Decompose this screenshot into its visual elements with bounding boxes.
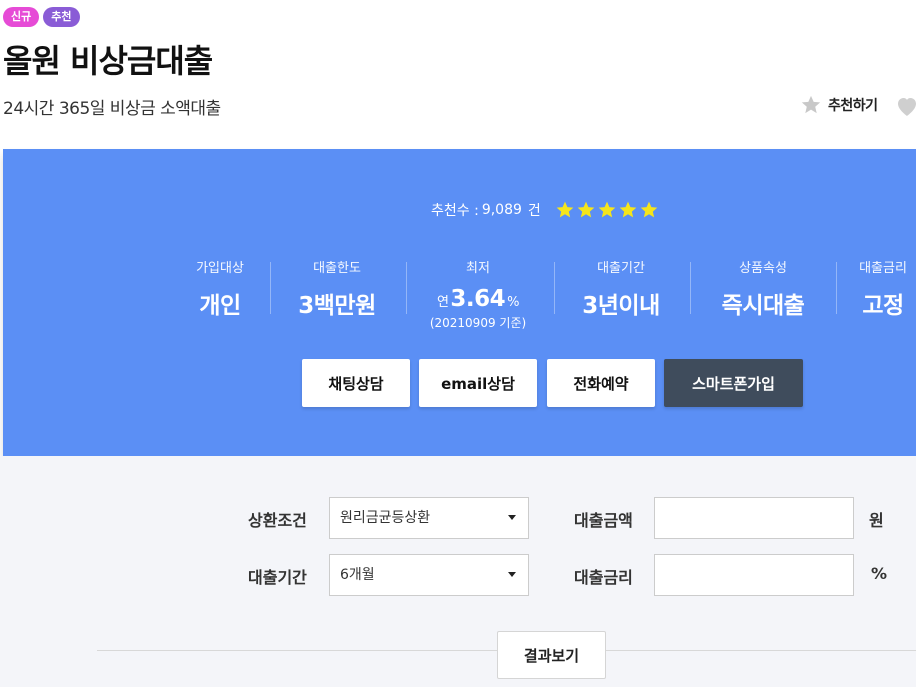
loan-period-select[interactable]: 6개월 — [329, 554, 529, 596]
product-subtitle: 24시간 365일 비상금 소액대출 — [3, 99, 221, 119]
amount-unit: 원 — [869, 511, 884, 530]
stat-divider — [406, 262, 407, 314]
chevron-down-icon — [508, 572, 516, 577]
smartphone-signup-button[interactable]: 스마트폰가입 — [664, 359, 803, 407]
recommend-button[interactable]: 추천하기 — [800, 94, 878, 116]
stat-rate-type: 대출금리 고정 — [849, 257, 916, 320]
product-summary-banner: 추천수 : 9,089 건 가입대상 개인 대출한도 3백만원 최저 연 3.6… — [3, 149, 916, 456]
rate-prefix: 연 — [436, 295, 449, 310]
stat-value: 3백만원 — [298, 293, 376, 319]
stat-label: 대출기간 — [597, 261, 645, 276]
recommend-count: 추천수 : 9,089 건 — [431, 200, 659, 220]
stat-value: 즉시대출 — [721, 293, 805, 319]
phone-reservation-button[interactable]: 전화예약 — [547, 359, 655, 407]
stat-value: 연 3.64 % — [418, 286, 538, 312]
rate-suffix: % — [507, 295, 520, 310]
view-result-button[interactable]: 결과보기 — [497, 631, 606, 679]
stat-min-rate: 최저 연 3.64 % (20210909 기준) — [418, 257, 538, 331]
page: 신규 추천 올원 비상금대출 24시간 365일 비상금 소액대출 추천하기 추… — [0, 0, 916, 687]
stat-divider — [554, 262, 555, 314]
star-icon — [619, 201, 637, 218]
loan-rate-label: 대출금리 — [574, 568, 633, 587]
stat-divider — [690, 262, 691, 314]
repayment-selected: 원리금균등상환 — [340, 510, 431, 526]
repayment-label: 상환조건 — [248, 511, 307, 530]
stat-value: 고정 — [862, 293, 904, 319]
stat-loan-limit: 대출한도 3백만원 — [282, 257, 392, 320]
repayment-select[interactable]: 원리금균등상환 — [329, 497, 529, 539]
product-title: 올원 비상금대출 — [3, 42, 213, 80]
heart-icon[interactable] — [895, 95, 916, 117]
stat-divider — [270, 262, 271, 314]
loan-rate-input[interactable] — [654, 554, 854, 596]
stat-eligibility: 가입대상 개인 — [170, 257, 270, 320]
chat-consult-button[interactable]: 채팅상담 — [302, 359, 410, 407]
star-icon — [640, 201, 658, 218]
new-badge: 신규 — [3, 7, 40, 27]
star-icon — [598, 201, 616, 218]
email-consult-button[interactable]: email상담 — [419, 359, 537, 407]
rate-unit: % — [871, 564, 888, 583]
chevron-down-icon — [508, 515, 516, 520]
stat-value: 3년이내 — [582, 293, 660, 319]
rate-reference-date: (20210909 기준) — [429, 316, 527, 330]
stat-label: 대출금리 — [859, 261, 907, 276]
stat-value: 개인 — [199, 293, 241, 319]
recommend-label: 추천하기 — [828, 98, 878, 114]
star-icon — [577, 201, 595, 218]
badge-group: 신규 추천 — [3, 7, 80, 27]
star-icon — [556, 201, 574, 218]
rate-value: 3.64 — [450, 286, 506, 312]
stat-product-type: 상품속성 즉시대출 — [703, 257, 823, 320]
stat-loan-period: 대출기간 3년이내 — [566, 257, 676, 320]
recommend-count-prefix: 추천수 : — [431, 203, 479, 219]
star-icon — [801, 95, 821, 114]
loan-calculator: 상환조건 원리금균등상환 대출금액 원 대출기간 6개월 대출금리 % 결과보기 — [0, 456, 916, 687]
stat-label: 상품속성 — [739, 261, 787, 276]
recommended-badge: 추천 — [43, 7, 80, 27]
loan-period-selected: 6개월 — [340, 567, 375, 583]
loan-amount-input[interactable] — [654, 497, 854, 539]
recommend-count-value: 9,089 — [481, 202, 522, 218]
stat-label: 최저 — [466, 261, 490, 276]
loan-amount-label: 대출금액 — [574, 511, 633, 530]
stat-label: 가입대상 — [196, 261, 244, 276]
loan-period-label: 대출기간 — [248, 568, 307, 587]
stat-divider — [836, 262, 837, 314]
rating-stars — [555, 200, 659, 220]
stat-label: 대출한도 — [313, 261, 361, 276]
recommend-count-unit: 건 — [527, 203, 541, 219]
